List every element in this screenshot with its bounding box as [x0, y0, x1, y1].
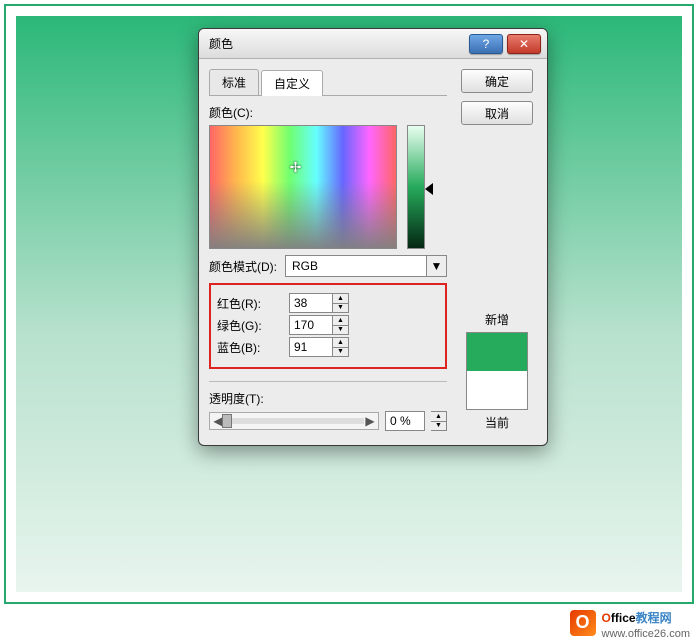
color-picker-area: ✢: [209, 125, 447, 249]
right-column: 确定 取消 新增 当前: [457, 69, 537, 431]
transparency-up-button[interactable]: ▲: [431, 412, 446, 422]
transparency-slider[interactable]: ◀ ▶: [209, 412, 379, 430]
close-button[interactable]: ✕: [507, 34, 541, 54]
tab-custom[interactable]: 自定义: [261, 70, 323, 96]
brand-name-tail: 教程网: [636, 611, 672, 625]
color-model-label: 颜色模式(D):: [209, 258, 281, 275]
tab-standard[interactable]: 标准: [209, 69, 259, 95]
blue-input[interactable]: 91: [289, 337, 333, 357]
close-icon: ✕: [519, 37, 529, 51]
new-color-label: 新增: [485, 311, 509, 328]
color-model-dropdown[interactable]: RGB ▼: [285, 255, 447, 277]
luminance-pointer-icon[interactable]: [425, 183, 433, 195]
titlebar[interactable]: 颜色 ? ✕: [199, 29, 547, 59]
current-color-swatch: [467, 371, 527, 409]
brand-text: Office教程网 www.office26.com: [602, 605, 690, 640]
red-up-button[interactable]: ▲: [333, 294, 348, 304]
color-field-label: 颜色(C):: [209, 104, 447, 121]
dialog-title: 颜色: [209, 35, 465, 52]
help-icon: ?: [483, 37, 490, 51]
brand-name-mid: ffice: [611, 611, 636, 625]
green-row: 绿色(G): 170 ▲ ▼: [217, 315, 439, 335]
color-model-row: 颜色模式(D): RGB ▼: [209, 255, 447, 277]
transparency-input[interactable]: 0 %: [385, 411, 425, 431]
brand-name: Office教程网: [602, 605, 690, 628]
hue-saturation-field[interactable]: ✢: [209, 125, 397, 249]
blue-label: 蓝色(B):: [217, 339, 289, 356]
red-spinner: ▲ ▼: [333, 293, 349, 313]
cancel-button[interactable]: 取消: [461, 101, 533, 125]
blue-row: 蓝色(B): 91 ▲ ▼: [217, 337, 439, 357]
blue-up-button[interactable]: ▲: [333, 338, 348, 348]
tab-bar: 标准 自定义: [209, 69, 447, 96]
chevron-down-icon[interactable]: ▼: [426, 256, 446, 276]
rgb-highlight-box: 红色(R): 38 ▲ ▼ 绿色(G): 170 ▲ ▼: [209, 283, 447, 369]
luminance-slider[interactable]: [407, 125, 425, 249]
transparency-label: 透明度(T):: [209, 390, 447, 407]
brand-url: www.office26.com: [602, 628, 690, 640]
brand-badge-icon: O: [570, 610, 596, 636]
slider-right-icon[interactable]: ▶: [364, 414, 376, 428]
brand-name-head: O: [602, 611, 611, 625]
slider-track[interactable]: [224, 418, 364, 424]
green-input[interactable]: 170: [289, 315, 333, 335]
dialog-body: 标准 自定义 颜色(C): ✢ 颜色模式(D): RGB: [199, 59, 547, 445]
slider-thumb[interactable]: [222, 414, 232, 428]
divider: [209, 381, 447, 382]
crosshair-marker[interactable]: ✢: [289, 160, 303, 174]
help-button[interactable]: ?: [469, 34, 503, 54]
transparency-down-button[interactable]: ▼: [431, 422, 446, 431]
screenshot-frame: 颜色 ? ✕ 标准 自定义 颜色(C): ✢: [4, 4, 694, 604]
red-row: 红色(R): 38 ▲ ▼: [217, 293, 439, 313]
blue-spinner: ▲ ▼: [333, 337, 349, 357]
color-model-value: RGB: [292, 259, 318, 273]
blue-down-button[interactable]: ▼: [333, 348, 348, 357]
watermark: O Office教程网 www.office26.com: [570, 605, 690, 640]
ok-button[interactable]: 确定: [461, 69, 533, 93]
red-down-button[interactable]: ▼: [333, 304, 348, 313]
green-up-button[interactable]: ▲: [333, 316, 348, 326]
new-color-swatch: [467, 333, 527, 371]
left-column: 标准 自定义 颜色(C): ✢ 颜色模式(D): RGB: [209, 69, 447, 431]
green-spinner: ▲ ▼: [333, 315, 349, 335]
transparency-row: ◀ ▶ 0 % ▲ ▼: [209, 411, 447, 431]
red-label: 红色(R):: [217, 295, 289, 312]
transparency-spinner: ▲ ▼: [431, 411, 447, 431]
red-input[interactable]: 38: [289, 293, 333, 313]
green-label: 绿色(G):: [217, 317, 289, 334]
color-swatches: [466, 332, 528, 410]
green-down-button[interactable]: ▼: [333, 326, 348, 335]
color-dialog: 颜色 ? ✕ 标准 自定义 颜色(C): ✢: [198, 28, 548, 446]
luminance-wrap: [403, 125, 425, 249]
current-color-label: 当前: [485, 414, 509, 431]
